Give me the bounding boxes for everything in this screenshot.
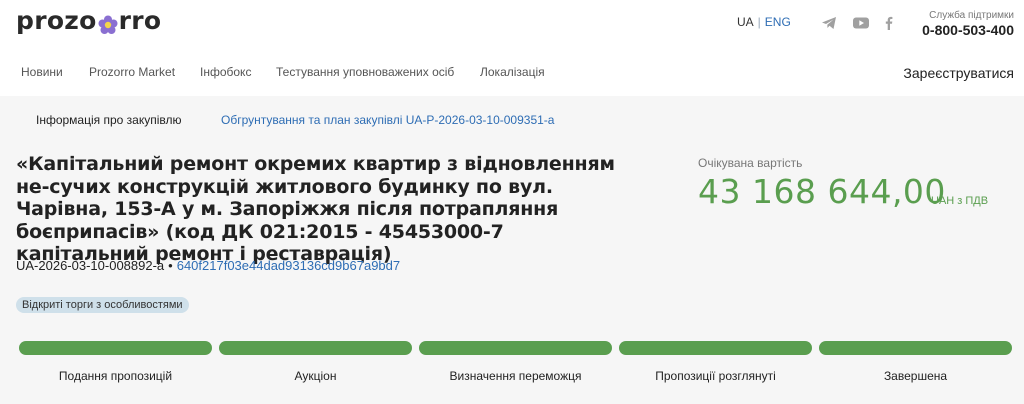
nav-item-market[interactable]: Prozorro Market — [89, 65, 175, 79]
top-header: prozo rro UA | ENG Служба підтримки 0-800-… — [0, 0, 1024, 48]
stage-label: Визначення переможця — [449, 369, 582, 383]
nav-item-news[interactable]: Новини — [21, 65, 63, 79]
tender-identifiers: UA-2026-03-10-008892-a • 640f217f03e44dad9… — [16, 258, 400, 273]
expected-cost-value: 43 168 644,00 — [698, 172, 946, 211]
tender-id: UA-2026-03-10-008892-a — [16, 258, 165, 273]
expected-cost-currency: UAH з ПДВ — [931, 195, 989, 207]
flower-icon — [98, 12, 118, 34]
stage-progress-bar — [419, 341, 612, 355]
tender-hash-link[interactable]: 640f217f03e44dad93136cd9b67a9bd7 — [177, 258, 400, 273]
stage-label: Аукціон — [294, 369, 337, 383]
main-nav: Новини Prozorro Market Інфобокс Тестуван… — [0, 48, 1024, 96]
support-label: Служба підтримки — [929, 10, 1014, 21]
id-separator: • — [168, 258, 173, 273]
stage-progress-bar — [619, 341, 812, 355]
logo-text-suffix: rro — [118, 6, 162, 35]
language-switcher: UA | ENG — [737, 15, 791, 29]
nav-item-infobox[interactable]: Інфобокс — [200, 65, 251, 79]
tender-content: Інформація про закупівлю Обгрунтування т… — [0, 96, 1024, 404]
register-link[interactable]: Зареєструватися — [903, 65, 1014, 81]
stage-progress-bar — [19, 341, 212, 355]
prozorro-logo[interactable]: prozo rro — [16, 6, 161, 35]
facebook-icon[interactable] — [880, 14, 898, 32]
logo-text-prefix: prozo — [16, 6, 97, 35]
lang-separator: | — [757, 15, 761, 29]
tab-procurement-info[interactable]: Інформація про закупівлю — [36, 113, 181, 127]
stage-auction: Аукціон — [219, 341, 412, 383]
nav-item-testing[interactable]: Тестування уповноважених осіб — [276, 65, 454, 79]
stage-progress-bar — [219, 341, 412, 355]
stage-reviewed: Пропозиції розглянуті — [619, 341, 812, 383]
telegram-icon[interactable] — [820, 14, 838, 32]
youtube-icon[interactable] — [852, 14, 870, 32]
lang-eng-link[interactable]: ENG — [765, 15, 791, 29]
tender-title: «Капітальний ремонт окремих квартир з ві… — [16, 153, 615, 265]
stage-label: Подання пропозицій — [58, 369, 173, 383]
stage-progress-bar — [819, 341, 1012, 355]
stage-label: Пропозиції розглянуті — [655, 369, 776, 383]
lang-ua: UA — [737, 15, 754, 29]
nav-item-localization[interactable]: Локалізація — [480, 65, 545, 79]
support-contact: Служба підтримки 0-800-503-400 — [922, 10, 1014, 38]
support-phone[interactable]: 0-800-503-400 — [922, 22, 1014, 38]
expected-cost-label: Очікувана вартість — [698, 156, 803, 170]
stage-submission: Подання пропозицій — [19, 341, 212, 383]
tab-procurement-plan[interactable]: Обгрунтування та план закупівлі UA-P-202… — [221, 113, 554, 127]
stage-label: Завершена — [883, 369, 948, 383]
procedure-type-badge: Відкриті торги з особливостями — [16, 297, 189, 313]
stage-winner: Визначення переможця — [419, 341, 612, 383]
stage-completed: Завершена — [819, 341, 1012, 383]
